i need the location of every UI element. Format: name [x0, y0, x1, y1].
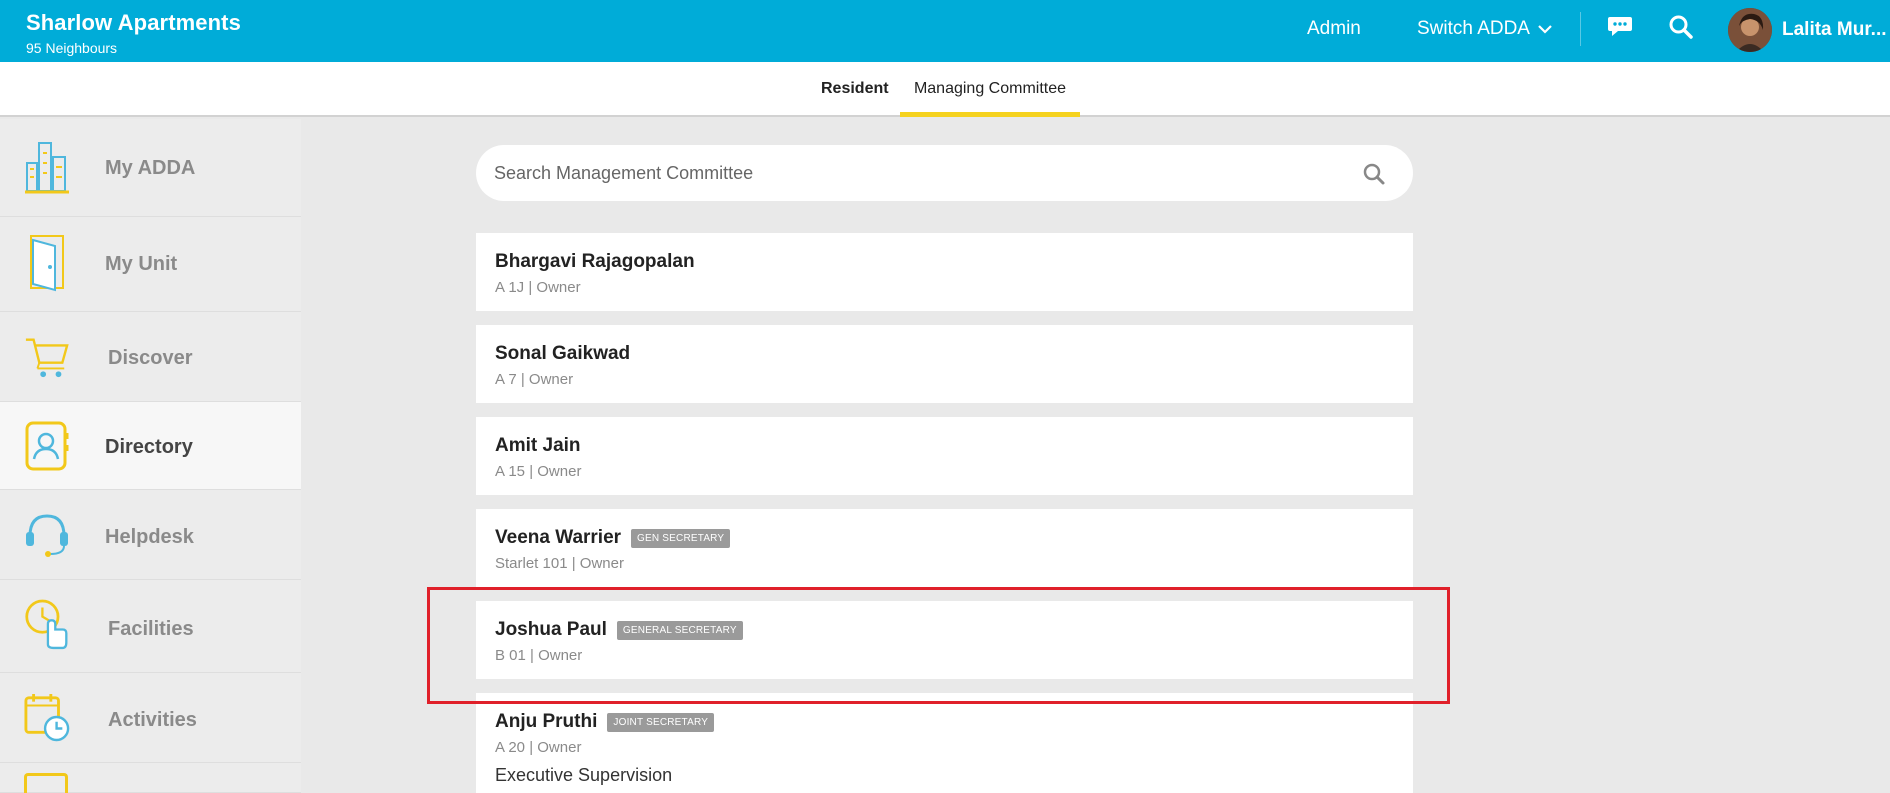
- member-card[interactable]: Anju Pruthi JOINT SECRETARY A 20 | Owner…: [476, 693, 1413, 793]
- headset-icon: [24, 506, 70, 562]
- member-name-text: Veena Warrier: [495, 527, 622, 548]
- member-name-text: Joshua Paul: [495, 619, 607, 640]
- header-divider: [1580, 12, 1581, 46]
- member-unit: A 20 | Owner: [495, 739, 582, 756]
- member-name-text: Anju Pruthi: [495, 711, 598, 732]
- sidebar-item-label: Activities: [108, 709, 197, 731]
- member-card[interactable]: Veena Warrier GEN SECRETARY Starlet 101 …: [476, 509, 1413, 587]
- contact-book-icon: [24, 418, 70, 474]
- switch-adda-label: Switch ADDA: [1417, 18, 1530, 39]
- member-name-text: Sonal Gaikwad: [495, 343, 631, 364]
- member-name-text: Bhargavi Rajagopalan: [495, 251, 695, 272]
- door-icon: [24, 235, 70, 292]
- member-card[interactable]: Sonal Gaikwad A 7 | Owner: [476, 325, 1413, 403]
- member-name-text: Amit Jain: [495, 435, 581, 456]
- member-name: Veena Warrier GEN SECRETARY: [495, 527, 731, 549]
- brand[interactable]: Sharlow Apartments 95 Neighbours: [26, 10, 241, 56]
- tab-resident[interactable]: Resident: [821, 80, 889, 98]
- member-card[interactable]: Amit Jain A 15 | Owner: [476, 417, 1413, 495]
- member-unit: B 01 | Owner: [495, 647, 583, 664]
- sidebar-item-label: My Unit: [105, 253, 178, 275]
- member-card[interactable]: Joshua Paul GENERAL SECRETARY B 01 | Own…: [476, 601, 1413, 679]
- admin-link[interactable]: Admin: [1307, 18, 1361, 40]
- user-avatar[interactable]: [1728, 8, 1772, 52]
- member-name: Bhargavi Rajagopalan: [495, 251, 695, 273]
- top-header: Sharlow Apartments 95 Neighbours Admin S…: [0, 0, 1890, 62]
- chat-icon[interactable]: [1607, 14, 1633, 43]
- member-responsibility: Executive Supervision: [495, 765, 673, 785]
- directory-tabs: Resident Managing Committee: [0, 62, 1890, 117]
- chevron-down-icon: [1538, 25, 1552, 34]
- sidebar-item-discover[interactable]: Discover: [0, 312, 301, 402]
- sidebar-item-my-adda[interactable]: My ADDA: [0, 119, 301, 217]
- search-bar: [476, 145, 1413, 201]
- switch-adda-dropdown[interactable]: Switch ADDA: [1417, 18, 1552, 40]
- member-unit: Starlet 101 | Owner: [495, 555, 624, 572]
- neighbour-count: 95 Neighbours: [26, 40, 118, 56]
- member-name: Joshua Paul GENERAL SECRETARY: [495, 619, 743, 641]
- search-input[interactable]: [494, 145, 1334, 201]
- sidebar-item-more[interactable]: [0, 763, 301, 793]
- member-name: Anju Pruthi JOINT SECRETARY: [495, 711, 715, 733]
- apartment-name[interactable]: Sharlow Apartments: [26, 10, 241, 36]
- sidebar-item-helpdesk[interactable]: Helpdesk: [0, 490, 301, 580]
- sidebar-item-label: Discover: [108, 347, 193, 369]
- role-badge: GENERAL SECRETARY: [616, 620, 743, 640]
- search-icon[interactable]: [1668, 14, 1694, 45]
- sidebar-item-label: Helpdesk: [105, 526, 194, 548]
- sidebar-item-activities[interactable]: Activities: [0, 673, 301, 763]
- role-badge: JOINT SECRETARY: [607, 712, 715, 732]
- member-unit: A 7 | Owner: [495, 371, 574, 388]
- building-icon: [24, 139, 70, 195]
- member-unit: A 1J | Owner: [495, 279, 581, 296]
- member-card[interactable]: Bhargavi Rajagopalan A 1J | Owner: [476, 233, 1413, 311]
- user-name[interactable]: Lalita Mur...: [1782, 19, 1887, 41]
- calendar-clock-icon: [24, 689, 70, 745]
- role-badge: GEN SECRETARY: [631, 528, 731, 548]
- sidebar-item-label: Facilities: [108, 618, 194, 640]
- sidebar-item-label: Directory: [105, 436, 193, 458]
- sidebar: My ADDA My Unit Discover Directory Helpd…: [0, 119, 301, 793]
- sidebar-item-facilities[interactable]: Facilities: [0, 580, 301, 673]
- member-name: Sonal Gaikwad: [495, 343, 630, 365]
- cart-icon: [24, 328, 70, 384]
- sidebar-item-directory[interactable]: Directory: [0, 402, 301, 490]
- sidebar-item-my-unit[interactable]: My Unit: [0, 217, 301, 312]
- search-icon[interactable]: [1362, 162, 1386, 191]
- member-unit: A 15 | Owner: [495, 463, 582, 480]
- sidebar-item-label: My ADDA: [105, 157, 196, 179]
- more-icon: [24, 773, 68, 793]
- tab-managing-committee[interactable]: Managing Committee: [900, 80, 1080, 117]
- member-name: Amit Jain: [495, 435, 581, 457]
- hand-click-icon: [24, 596, 70, 652]
